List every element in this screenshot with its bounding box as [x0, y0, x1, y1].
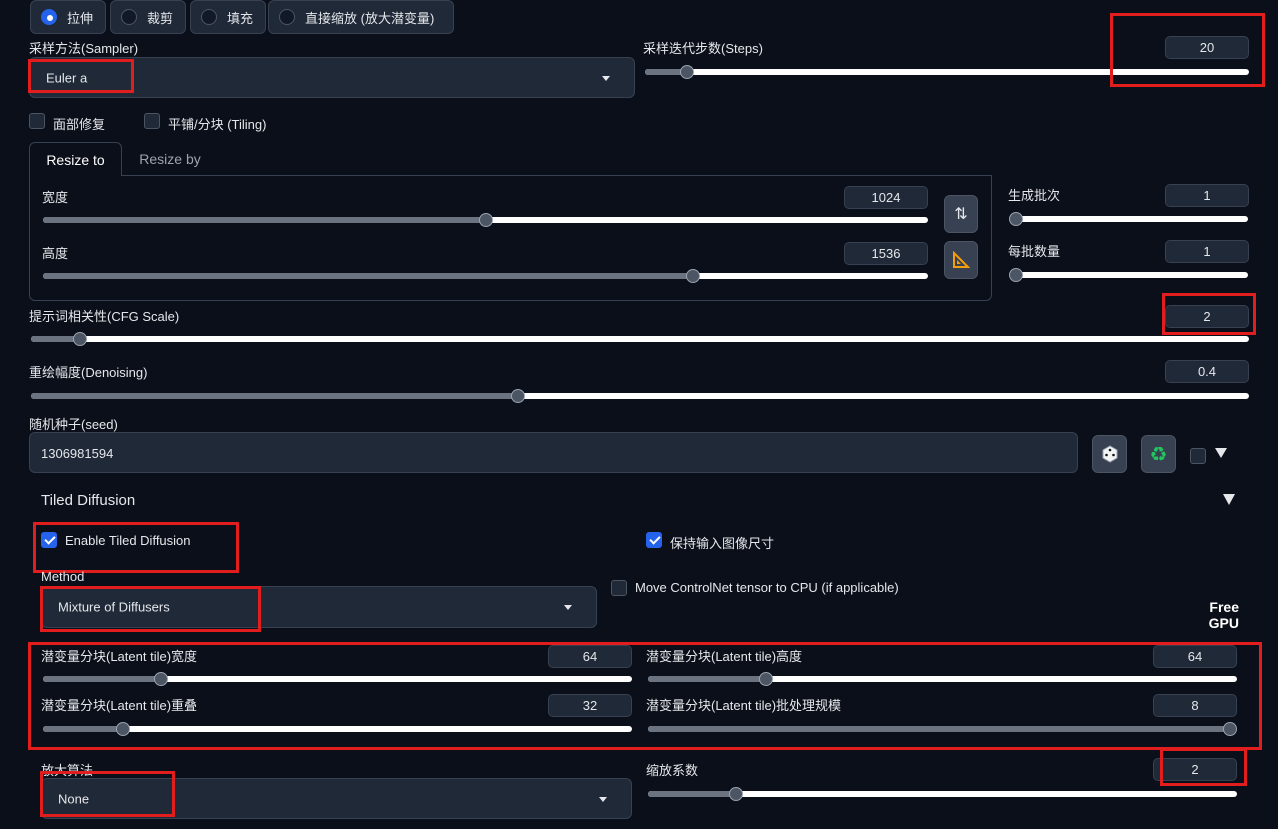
slider-thumb[interactable]: [72, 332, 87, 346]
cfg-slider[interactable]: [31, 329, 1249, 349]
highlight-box: [40, 586, 261, 632]
free-gpu-button[interactable]: Free GPU: [1199, 599, 1239, 631]
resize-mode-fill[interactable]: 填充: [190, 0, 266, 34]
batch-size-input[interactable]: 1: [1165, 240, 1249, 263]
highlight-box: [28, 642, 1262, 750]
extra-seed-checkbox[interactable]: [1190, 448, 1206, 464]
scale-slider[interactable]: [648, 784, 1237, 804]
aspect-ratio-button[interactable]: [944, 241, 978, 279]
reuse-seed-button[interactable]: ♻: [1141, 435, 1176, 473]
slider-thumb[interactable]: [1009, 268, 1023, 282]
slider-thumb[interactable]: [511, 389, 526, 403]
tab-label: Resize by: [139, 151, 201, 167]
slider-thumb[interactable]: [1009, 212, 1023, 226]
denoising-label: 重绘幅度(Denoising): [29, 365, 148, 380]
move-controlnet-label: Move ControlNet tensor to CPU (if applic…: [635, 580, 899, 595]
resize-mode-label: 裁剪: [147, 10, 174, 26]
resize-mode-label: 拉伸: [67, 10, 94, 26]
width-slider[interactable]: [43, 210, 928, 230]
scale-label: 缩放系数: [646, 763, 699, 778]
resize-mode-stretch[interactable]: 拉伸: [30, 0, 106, 34]
recycle-icon: ♻: [1149, 443, 1168, 466]
tiled-diffusion-title[interactable]: Tiled Diffusion: [41, 492, 135, 509]
seed-value: 1306981594: [41, 446, 114, 461]
sampler-label: 采样方法(Sampler): [29, 41, 139, 56]
face-restore-label: 面部修复: [53, 117, 106, 132]
radio-icon: [201, 9, 217, 25]
triangle-down-icon[interactable]: [1215, 448, 1227, 458]
resize-mode-label: 直接缩放 (放大潜变量): [305, 10, 435, 26]
batch-count-label: 生成批次: [1008, 188, 1061, 203]
height-input[interactable]: 1536: [844, 242, 928, 265]
height-label: 高度: [42, 246, 69, 261]
swap-dimensions-button[interactable]: ⇅: [944, 195, 978, 233]
highlight-box: [28, 59, 134, 93]
highlight-box: [40, 771, 175, 817]
tab-label: Resize to: [46, 151, 105, 168]
method-label: Method: [41, 569, 85, 584]
swap-dimensions-icon: ⇅: [954, 206, 968, 223]
cfg-label: 提示词相关性(CFG Scale): [29, 309, 180, 324]
highlight-box: [1160, 748, 1247, 786]
highlight-box: [1162, 293, 1256, 335]
slider-thumb[interactable]: [478, 213, 493, 227]
denoising-slider[interactable]: [31, 386, 1249, 406]
batch-count-input[interactable]: 1: [1165, 184, 1249, 207]
tiling-checkbox[interactable]: [144, 113, 160, 129]
resize-mode-label: 填充: [227, 10, 254, 26]
batch-size-slider[interactable]: [1009, 265, 1248, 285]
radio-icon: [279, 9, 295, 25]
radio-selected-icon: [41, 9, 57, 25]
tab-divider: [121, 175, 992, 176]
highlight-box: [1110, 13, 1265, 87]
random-seed-button[interactable]: [1092, 435, 1127, 473]
height-slider[interactable]: [43, 266, 928, 286]
tiling-label: 平铺/分块 (Tiling): [168, 117, 267, 132]
resize-mode-latent[interactable]: 直接缩放 (放大潜变量): [268, 0, 454, 34]
width-input[interactable]: 1024: [844, 186, 928, 209]
highlight-box: [33, 522, 239, 573]
chevron-down-icon: [602, 75, 610, 81]
dice-icon: [1102, 445, 1117, 463]
move-controlnet-checkbox[interactable]: [611, 580, 627, 596]
slider-thumb[interactable]: [680, 65, 695, 79]
tab-resize-by[interactable]: Resize by: [128, 142, 212, 176]
keep-input-size-label: 保持输入图像尺寸: [670, 536, 775, 551]
face-restore-checkbox[interactable]: [29, 113, 45, 129]
slider-thumb[interactable]: [686, 269, 701, 283]
radio-icon: [121, 9, 137, 25]
batch-size-label: 每批数量: [1008, 244, 1061, 259]
slider-thumb[interactable]: [729, 787, 744, 801]
seed-input[interactable]: 1306981594: [29, 432, 1078, 473]
steps-label: 采样迭代步数(Steps): [643, 41, 763, 56]
denoising-input[interactable]: 0.4: [1165, 360, 1249, 383]
chevron-down-icon: [564, 605, 572, 610]
resize-mode-crop[interactable]: 裁剪: [110, 0, 186, 34]
chevron-down-icon: [599, 796, 607, 802]
keep-input-size-checkbox[interactable]: [646, 532, 662, 548]
seed-label: 随机种子(seed): [29, 417, 118, 432]
triangle-ruler-icon: [953, 251, 970, 268]
collapse-triangle-icon[interactable]: [1223, 494, 1235, 505]
width-label: 宽度: [42, 190, 69, 205]
batch-count-slider[interactable]: [1009, 209, 1248, 229]
tab-resize-to[interactable]: Resize to: [29, 142, 122, 176]
